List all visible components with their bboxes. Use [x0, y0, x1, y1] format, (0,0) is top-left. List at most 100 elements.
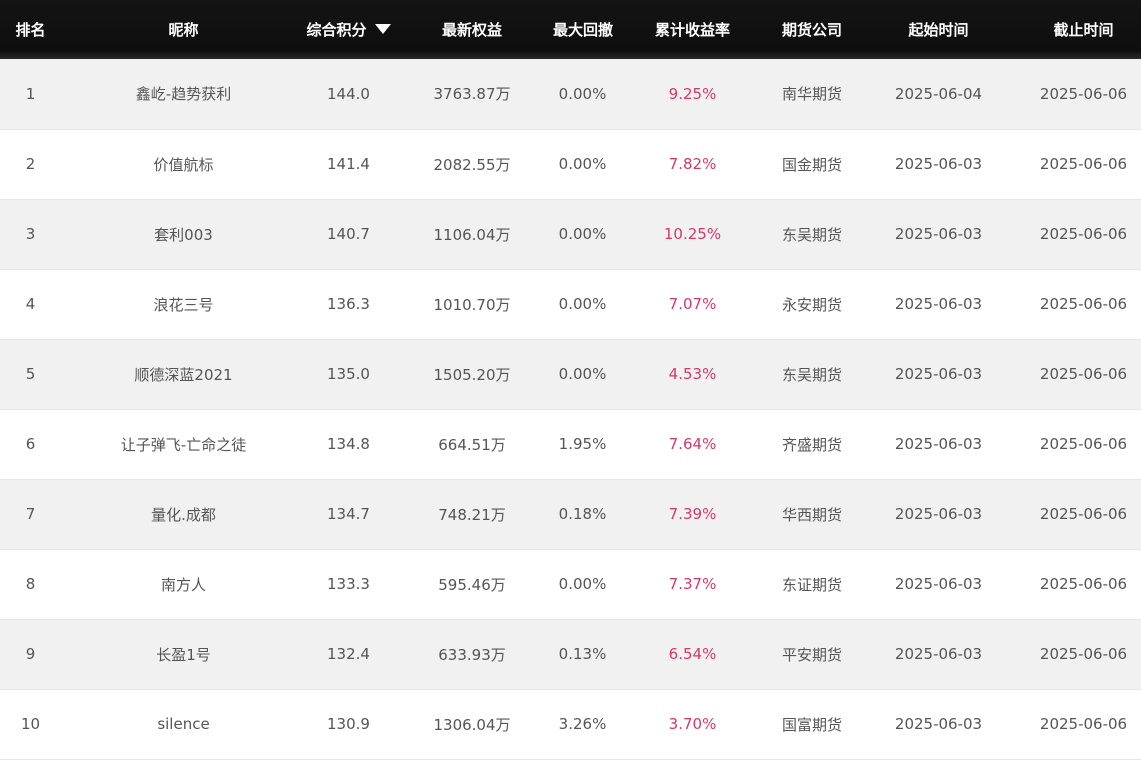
equity-cell: 1010.70万 [433, 295, 511, 314]
end-date-cell: 2025-06-06 [1039, 295, 1128, 313]
equity-cell: 595.46万 [438, 575, 506, 594]
rank-cell: 10 [20, 715, 41, 733]
nickname-cell[interactable]: 鑫屹-趋势获利 [61, 59, 306, 129]
company-cell: 东证期货 [781, 575, 842, 594]
table-row[interactable]: 8 南方人 133.3 595.46万 0.00% 7.37% 东证期货 2025-06-03… [0, 549, 1141, 619]
start-date-cell: 2025-06-03 [894, 365, 983, 383]
score-cell: 134.8 [327, 435, 370, 453]
end-date-cell: 2025-06-06 [1039, 575, 1128, 593]
end-date-cell: 2025-06-06 [1039, 84, 1128, 103]
header-composite-score[interactable]: 综合积分 [306, 0, 391, 59]
header-end-date[interactable]: 截止时间 [1026, 0, 1141, 59]
drawdown-cell: 0.18% [558, 505, 607, 523]
header-latest-equity[interactable]: 最新权益 [391, 0, 553, 59]
rank-cell: 4 [25, 295, 36, 313]
ranking-table: 排名 昵称 综合积分 最新权益 最大回撤 累计收益率 期货公司 起始时间 截止时… [0, 0, 1141, 760]
header-start-date[interactable]: 起始时间 [851, 0, 1026, 59]
nickname-cell[interactable]: 套利003 [61, 199, 306, 269]
table-row[interactable]: 4 浪花三号 136.3 1010.70万 0.00% 7.07% 永安期货 2025-06-… [0, 269, 1141, 339]
table-row[interactable]: 6 让子弹飞-亡命之徒 134.8 664.51万 1.95% 7.64% 齐盛期货 2025… [0, 409, 1141, 479]
end-date-cell: 2025-06-06 [1039, 365, 1128, 383]
equity-cell: 1306.04万 [433, 715, 511, 734]
start-date-cell: 2025-06-03 [894, 645, 983, 663]
score-cell: 135.0 [327, 365, 370, 383]
company-cell: 东吴期货 [781, 365, 842, 384]
table-header-row: 排名 昵称 综合积分 最新权益 最大回撤 累计收益率 期货公司 起始时间 截止时… [0, 0, 1141, 59]
drawdown-cell: 0.00% [558, 295, 607, 313]
equity-cell: 1106.04万 [433, 225, 511, 244]
header-label: 排名 [15, 21, 46, 39]
table-row[interactable]: 2 价值航标 141.4 2082.55万 0.00% 7.82% 国金期货 2025-06-… [0, 129, 1141, 199]
rank-cell: 7 [25, 505, 36, 523]
table-body: 1 鑫屹-趋势获利 144.0 3763.87万 0.00% 9.25% 南华期货 2025-… [0, 59, 1141, 759]
score-cell: 144.0 [327, 84, 370, 103]
rank-cell: 3 [25, 225, 36, 243]
start-date-cell: 2025-06-03 [894, 715, 983, 733]
company-cell: 国富期货 [781, 715, 842, 734]
equity-cell: 748.21万 [438, 505, 506, 524]
company-cell: 东吴期货 [781, 225, 842, 244]
score-cell: 141.4 [327, 155, 370, 173]
start-date-cell: 2025-06-03 [894, 225, 983, 243]
equity-cell: 633.93万 [438, 645, 506, 664]
header-futures-company[interactable]: 期货公司 [773, 0, 851, 59]
header-cumulative-return[interactable]: 累计收益率 [612, 0, 773, 59]
header-label: 起始时间 [908, 21, 969, 39]
return-rate-cell: 10.25% [663, 225, 722, 243]
table-row[interactable]: 9 长盈1号 132.4 633.93万 0.13% 6.54% 平安期货 2025-06-0… [0, 619, 1141, 689]
end-date-cell: 2025-06-06 [1039, 645, 1128, 663]
start-date-cell: 2025-06-03 [894, 575, 983, 593]
header-nickname[interactable]: 昵称 [61, 0, 306, 59]
header-label: 综合积分 [306, 21, 367, 39]
return-rate-cell: 7.64% [668, 435, 717, 453]
score-cell: 136.3 [327, 295, 370, 313]
return-rate-cell: 3.70% [668, 715, 717, 733]
score-cell: 132.4 [327, 645, 370, 663]
end-date-cell: 2025-06-06 [1039, 155, 1128, 173]
nickname-cell[interactable]: 量化.成都 [61, 479, 306, 549]
return-rate-cell: 6.54% [668, 645, 717, 663]
equity-cell: 2082.55万 [433, 155, 511, 174]
nickname-cell[interactable]: 浪花三号 [61, 269, 306, 339]
header-label: 截止时间 [1053, 21, 1114, 39]
equity-cell: 1505.20万 [433, 365, 511, 384]
return-rate-cell: 7.37% [668, 575, 717, 593]
sort-descending-icon[interactable] [374, 24, 391, 34]
table-row[interactable]: 5 顺德深蓝2021 135.0 1505.20万 0.00% 4.53% 东吴期货 2025… [0, 339, 1141, 409]
table-row[interactable]: 1 鑫屹-趋势获利 144.0 3763.87万 0.00% 9.25% 南华期货 2025-… [0, 59, 1141, 129]
end-date-cell: 2025-06-06 [1039, 715, 1128, 733]
drawdown-cell: 0.00% [558, 225, 607, 243]
end-date-cell: 2025-06-06 [1039, 225, 1128, 243]
rank-cell: 6 [25, 435, 36, 453]
drawdown-cell: 0.13% [558, 645, 607, 663]
nickname-cell[interactable]: 顺德深蓝2021 [61, 339, 306, 409]
return-rate-cell: 9.25% [668, 84, 717, 103]
drawdown-cell: 3.26% [558, 715, 607, 733]
rank-cell: 2 [25, 155, 36, 173]
start-date-cell: 2025-06-03 [894, 295, 983, 313]
nickname-cell[interactable]: 价值航标 [61, 129, 306, 199]
company-cell: 华西期货 [781, 505, 842, 524]
nickname-cell[interactable]: silence [61, 689, 306, 759]
drawdown-cell: 0.00% [558, 84, 607, 103]
header-label: 最新权益 [441, 21, 502, 39]
nickname-cell[interactable]: 让子弹飞-亡命之徒 [61, 409, 306, 479]
rank-cell: 1 [25, 84, 36, 103]
header-max-drawdown[interactable]: 最大回撤 [553, 0, 613, 59]
score-cell: 140.7 [327, 225, 370, 243]
return-rate-cell: 7.07% [668, 295, 717, 313]
header-label: 累计收益率 [654, 21, 730, 39]
start-date-cell: 2025-06-03 [894, 435, 983, 453]
return-rate-cell: 7.82% [668, 155, 717, 173]
drawdown-cell: 0.00% [558, 155, 607, 173]
table-row[interactable]: 3 套利003 140.7 1106.04万 0.00% 10.25% 东吴期货 2025-0… [0, 199, 1141, 269]
table-row[interactable]: 7 量化.成都 134.7 748.21万 0.18% 7.39% 华西期货 2025-06-… [0, 479, 1141, 549]
header-rank[interactable]: 排名 [0, 0, 61, 59]
end-date-cell: 2025-06-06 [1039, 435, 1128, 453]
rank-cell: 8 [25, 575, 36, 593]
nickname-cell[interactable]: 长盈1号 [61, 619, 306, 689]
drawdown-cell: 0.00% [558, 365, 607, 383]
table-row[interactable]: 10 silence 130.9 1306.04万 3.26% 3.70% 国富期货 2025… [0, 689, 1141, 759]
nickname-cell[interactable]: 南方人 [61, 549, 306, 619]
equity-cell: 664.51万 [438, 435, 506, 454]
